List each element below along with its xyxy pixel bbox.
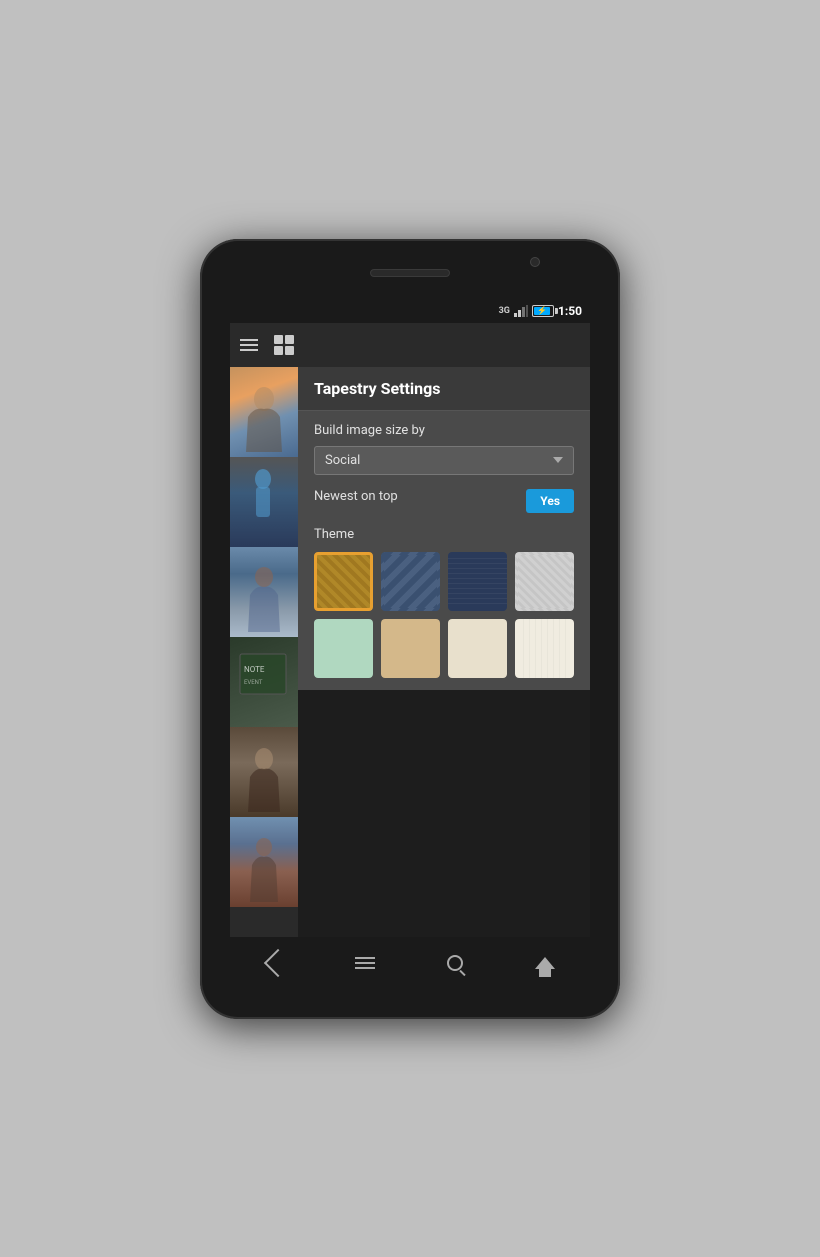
search-icon-nav — [447, 955, 463, 971]
grid-cell-4 — [285, 346, 294, 355]
phone-top-hardware — [200, 239, 620, 299]
hamburger-line-2 — [240, 344, 258, 346]
theme-grid — [314, 552, 574, 678]
theme-swatch-tan[interactable] — [381, 619, 440, 678]
dropdown-arrow-icon — [553, 457, 563, 463]
theme-swatch-light-gray[interactable] — [515, 552, 574, 611]
photo-thumb-6 — [230, 817, 298, 907]
app-content: NOTE EVENT — [230, 323, 590, 937]
nav-home-button[interactable] — [520, 937, 570, 989]
photo-thumb-4: NOTE EVENT — [230, 637, 298, 727]
signal-bars-icon — [514, 305, 528, 317]
theme-section-label: Theme — [314, 527, 574, 542]
photo-thumb-2 — [230, 457, 298, 547]
newest-on-top-row: Newest on top Yes — [314, 489, 574, 513]
battery-icon: ⚡ — [532, 305, 554, 317]
dialog-body: Build image size by Social Newest on top… — [298, 411, 590, 690]
grid-cell-2 — [285, 335, 294, 344]
theme-swatch-gold[interactable] — [314, 552, 373, 611]
nav-search-button[interactable] — [430, 937, 480, 989]
menu-icon-nav — [355, 957, 375, 969]
bottom-nav — [230, 937, 590, 989]
photo-thumb-1 — [230, 367, 298, 457]
grid-cell-1 — [274, 335, 283, 344]
charging-bolt: ⚡ — [537, 307, 547, 315]
signal-indicator: 3G — [499, 306, 510, 316]
person-silhouette-3 — [242, 567, 286, 632]
nav-menu-button[interactable] — [340, 937, 390, 989]
back-icon — [264, 948, 292, 976]
grid-view-icon[interactable] — [274, 335, 294, 355]
content-area: Tapestry Settings Build image size by So… — [298, 367, 590, 937]
status-bar: 3G ⚡ 1:50 — [230, 299, 590, 323]
person-silhouette-1 — [242, 387, 286, 452]
phone-device: 3G ⚡ 1:50 — [200, 239, 620, 1019]
nav-back-button[interactable] — [250, 937, 300, 989]
newest-on-top-label: Newest on top — [314, 489, 398, 504]
main-columns: NOTE EVENT — [230, 367, 590, 937]
status-time: 1:50 — [558, 304, 582, 318]
theme-swatch-cream-light[interactable] — [448, 619, 507, 678]
photos-sidebar: NOTE EVENT — [230, 367, 298, 937]
grid-cell-3 — [274, 346, 283, 355]
nav-menu-line-2 — [355, 962, 375, 964]
newest-on-top-toggle[interactable]: Yes — [526, 489, 574, 513]
figurine-shape — [248, 467, 278, 537]
dialog-overlay: Tapestry Settings Build image size by So… — [298, 367, 590, 937]
dialog-title: Tapestry Settings — [314, 379, 441, 398]
theme-swatch-navy-light[interactable] — [381, 552, 440, 611]
build-image-label: Build image size by — [314, 423, 574, 438]
settings-dialog: Tapestry Settings Build image size by So… — [298, 367, 590, 690]
svg-text:EVENT: EVENT — [244, 679, 263, 686]
photo-thumb-5 — [230, 727, 298, 817]
nav-menu-line-1 — [355, 957, 375, 959]
phone-bottom-hardware — [200, 989, 620, 1019]
build-image-dropdown[interactable]: Social — [314, 446, 574, 475]
dialog-header: Tapestry Settings — [298, 367, 590, 411]
chalkboard-writing: NOTE EVENT — [238, 652, 288, 712]
front-camera — [530, 257, 540, 267]
photo-thumb-3 — [230, 547, 298, 637]
app-action-bar — [230, 323, 590, 367]
person-silhouette-5 — [242, 747, 286, 812]
dropdown-selected-value: Social — [325, 453, 360, 468]
speaker-grille — [370, 269, 450, 277]
theme-swatch-cream-white[interactable] — [515, 619, 574, 678]
hamburger-line-1 — [240, 339, 258, 341]
person-silhouette-6 — [242, 837, 286, 902]
phone-screen: 3G ⚡ 1:50 — [230, 299, 590, 989]
menu-icon[interactable] — [240, 335, 264, 355]
svg-text:NOTE: NOTE — [244, 665, 265, 674]
theme-swatch-mint[interactable] — [314, 619, 373, 678]
theme-swatch-navy-dark[interactable] — [448, 552, 507, 611]
home-icon — [535, 957, 555, 969]
hamburger-line-3 — [240, 349, 258, 351]
nav-menu-line-3 — [355, 967, 375, 969]
